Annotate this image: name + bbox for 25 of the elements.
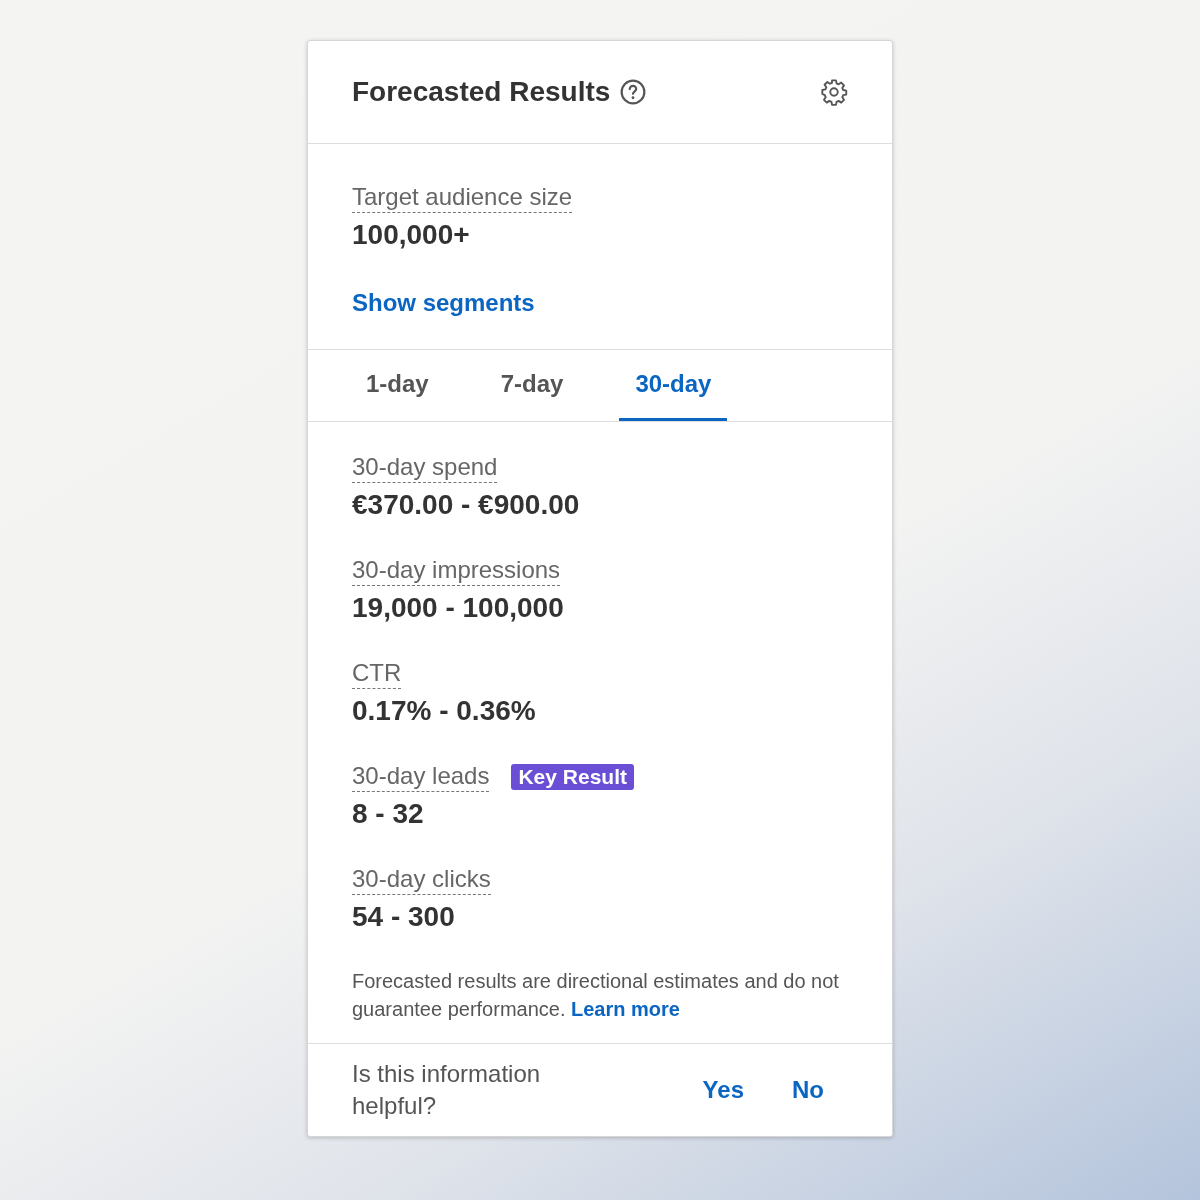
feedback-button[interactable]: Yes — [688, 1072, 758, 1108]
help-icon[interactable] — [620, 79, 647, 105]
show-segments-link[interactable]: Show segments — [352, 289, 535, 317]
settings-icon[interactable] — [820, 78, 848, 106]
audience-value: 100,000+ — [352, 219, 471, 251]
feedback-question: Is this information helpful? — [352, 1059, 542, 1121]
metric-label: 30-day leads — [352, 761, 490, 792]
metric-value: 54 - 300 — [352, 901, 456, 933]
key-result-badge: Key Result — [511, 763, 634, 790]
feedback-button[interactable]: No — [778, 1072, 838, 1108]
metric-label: 30-day clicks — [352, 864, 491, 895]
metric-value: €370.00 - €900.00 — [352, 489, 581, 521]
period-tab[interactable]: 7-day — [484, 350, 580, 421]
audience-label: Target audience size — [352, 182, 573, 213]
period-tab[interactable]: 1-day — [350, 350, 445, 421]
metric-value: 0.17% - 0.36% — [352, 695, 537, 727]
learn-more-link[interactable]: Learn more — [571, 998, 680, 1020]
period-tab[interactable]: 30-day — [619, 350, 728, 421]
disclaimer-text: Forecasted results are directional estimates and do not guarantee performance. Learn more — [352, 969, 840, 1022]
card-title: Forecasted Results — [352, 76, 611, 108]
metric-value: 19,000 - 100,000 — [352, 592, 565, 624]
metric-label: 30-day impressions — [352, 555, 561, 586]
metric-label: CTR — [352, 658, 402, 689]
metric-value: 8 - 32 — [352, 798, 425, 830]
metric-label: 30-day spend — [352, 452, 498, 483]
